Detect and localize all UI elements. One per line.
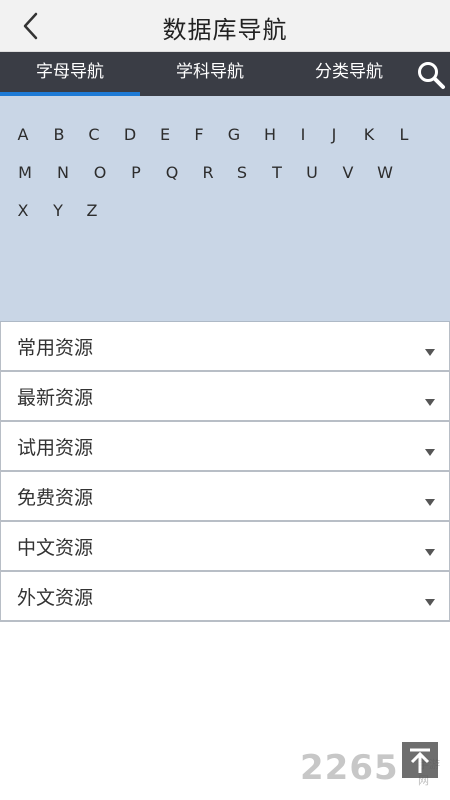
letter-n[interactable]: N [49,159,77,187]
letter-z[interactable]: Z [78,197,106,225]
caret-down-icon [425,449,435,456]
resource-item-chinese[interactable]: 中文资源 [0,522,450,572]
tab-subject[interactable]: 学科导航 [140,52,280,96]
letter-d[interactable]: D [116,121,144,149]
caret-down-icon [425,399,435,406]
caret-down-icon [425,599,435,606]
tab-alphabet[interactable]: 字母导航 [0,52,140,96]
resource-item-trial[interactable]: 试用资源 [0,422,450,472]
caret-down-icon [425,549,435,556]
letter-e[interactable]: E [151,121,179,149]
letter-s[interactable]: S [228,159,256,187]
caret-down-icon [425,349,435,356]
resource-item-latest[interactable]: 最新资源 [0,372,450,422]
letter-i[interactable]: I [289,121,317,149]
letter-j[interactable]: J [320,121,348,149]
resource-list: 常用资源 最新资源 试用资源 免费资源 中文资源 外文资源 [0,322,450,622]
resource-label: 外文资源 [17,587,94,609]
resource-label: 试用资源 [17,437,94,459]
letter-h[interactable]: H [256,121,284,149]
back-to-top-button[interactable] [402,742,438,778]
arrow-up-icon [410,748,430,773]
letter-p[interactable]: P [122,159,150,187]
letter-f[interactable]: F [185,121,213,149]
tab-category[interactable]: 分类导航 [280,52,418,96]
letter-t[interactable]: T [263,159,291,187]
letter-o[interactable]: O [86,159,114,187]
page-title: 数据库导航 [162,16,288,44]
resource-label: 中文资源 [17,537,94,559]
resource-label: 最新资源 [17,387,94,409]
letter-x[interactable]: X [9,197,37,225]
resource-item-common[interactable]: 常用资源 [0,322,450,372]
search-button[interactable] [416,60,446,90]
letter-q[interactable]: Q [158,159,186,187]
letter-b[interactable]: B [45,121,73,149]
letter-a[interactable]: A [9,121,37,149]
watermark-number: 2265 [300,748,399,788]
resource-label: 常用资源 [17,337,94,359]
letter-m[interactable]: M [11,159,39,187]
letter-y[interactable]: Y [44,197,72,225]
resource-item-free[interactable]: 免费资源 [0,472,450,522]
letter-u[interactable]: U [298,159,326,187]
letter-c[interactable]: C [80,121,108,149]
letter-index-panel: A B C D E F G H I J K L M N O P Q R S T … [0,96,450,322]
letter-w[interactable]: W [371,159,399,187]
title-bar: 数据库导航 [0,0,450,52]
letter-g[interactable]: G [220,121,248,149]
caret-down-icon [425,499,435,506]
letter-v[interactable]: V [334,159,362,187]
letter-k[interactable]: K [355,121,383,149]
letter-l[interactable]: L [390,121,418,149]
resource-item-foreign[interactable]: 外文资源 [0,572,450,622]
letter-r[interactable]: R [194,159,222,187]
tab-bar: 字母导航 学科导航 分类导航 [0,52,450,96]
search-icon [418,62,445,89]
resource-label: 免费资源 [17,487,94,509]
